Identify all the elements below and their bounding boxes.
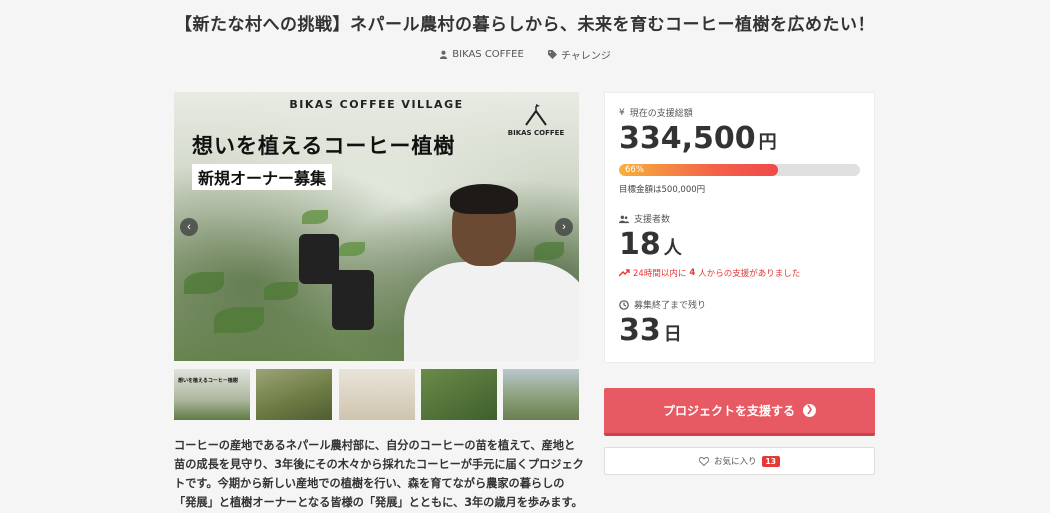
hero-image: BIKAS COFFEE VILLAGE 想いを植えるコーヒー植樹 新規オーナー… <box>174 92 579 361</box>
project-meta: BIKAS COFFEE チャレンジ <box>0 47 1050 62</box>
stats-card: ¥ 現在の支援総額 334,500 円 66% 目標金額は500,000円 支援者… <box>604 92 875 363</box>
favorite-label: お気に入り <box>714 457 757 467</box>
supporters-label: 支援者数 <box>619 212 670 225</box>
favorite-count-badge: 13 <box>761 455 780 467</box>
remaining-days: 33 日 <box>619 313 682 348</box>
users-icon <box>619 215 629 223</box>
project-title: 【新たな村への挑戦】ネパール農村の暮らしから、未来を育むコーヒー植樹を広めたい！ <box>175 15 875 35</box>
thumbnail-1[interactable]: 想いを植えるコーヒー植樹 <box>174 369 250 420</box>
funding-progress-bar: 66% <box>619 164 860 176</box>
hut-logo-icon <box>525 104 547 126</box>
arrow-right-circle-icon: ❯ <box>803 404 816 417</box>
supporters-count: 18 人 <box>619 227 682 262</box>
user-icon <box>440 50 448 59</box>
owner-link[interactable]: BIKAS COFFEE <box>439 47 524 62</box>
carousel-prev-button[interactable]: ‹ <box>180 218 198 236</box>
category-link[interactable]: チャレンジ <box>547 47 611 62</box>
chevron-left-icon: ‹ <box>187 221 191 233</box>
progress-percent: 66% <box>625 165 644 175</box>
brand-logo: BIKAS COFFEE <box>507 104 565 138</box>
hero-subheadline: 新規オーナー募集 <box>192 164 333 190</box>
support-button-label: プロジェクトを支援する <box>662 404 795 418</box>
logo-text: BIKAS COFFEE <box>507 129 565 137</box>
thumbnail-5[interactable] <box>503 369 579 420</box>
owner-name: BIKAS COFFEE <box>452 49 524 60</box>
thumbnail-caption: 想いを植えるコーヒー植樹 <box>178 378 238 384</box>
total-amount: 334,500 円 <box>619 121 777 156</box>
target-amount: 目標金額は500,000円 <box>619 185 706 195</box>
project-description: コーヒーの産地であるネパール農村部に、自分のコーヒーの苗を植えて、産地と苗の成長… <box>174 439 584 509</box>
carousel-next-button[interactable]: › <box>555 218 573 236</box>
remaining-label: 募集終了まで残り <box>619 298 706 311</box>
hero-headline: 想いを植えるコーヒー植樹 <box>192 134 456 158</box>
total-label: ¥ 現在の支援総額 <box>619 107 693 120</box>
yen-icon: ¥ <box>619 107 625 118</box>
thumbnail-2[interactable] <box>256 369 333 420</box>
category-name: チャレンジ <box>560 51 611 62</box>
thumbnail-4[interactable] <box>420 369 497 420</box>
support-project-button[interactable]: プロジェクトを支援する ❯ <box>604 388 875 436</box>
recent-support-note: 24時間以内に 4 人からの支援がありました <box>619 267 800 279</box>
progress-fill: 66% <box>619 164 779 176</box>
tag-icon <box>547 50 557 59</box>
thumbnail-strip: 想いを植えるコーヒー植樹 <box>174 369 579 420</box>
thumbnail-3[interactable] <box>338 369 415 420</box>
clock-icon <box>619 299 629 310</box>
favorite-button[interactable]: お気に入り 13 <box>604 447 875 475</box>
heart-icon <box>699 456 710 466</box>
trending-up-icon <box>619 269 630 277</box>
chevron-right-icon: › <box>562 221 566 233</box>
